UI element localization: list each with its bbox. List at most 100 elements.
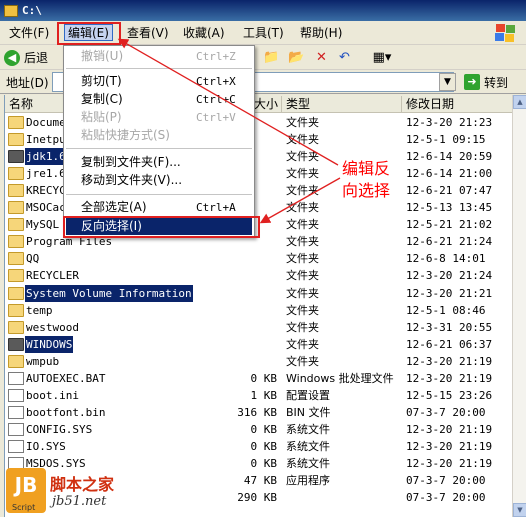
- move-to-icon[interactable]: 📁: [263, 49, 280, 66]
- file-icon: [8, 422, 24, 436]
- folder-icon: [8, 303, 24, 317]
- file-name: boot.ini: [26, 388, 79, 402]
- file-icon: [8, 371, 24, 385]
- menu-paste-shortcut[interactable]: 粘贴快捷方式(S): [66, 127, 252, 144]
- menu-help[interactable]: 帮助(H): [297, 25, 345, 42]
- file-type: 文件夹: [286, 201, 319, 215]
- file-name: QQ: [26, 252, 40, 266]
- menu-copy-to-folder[interactable]: 复制到文件夹(F)...: [66, 154, 252, 171]
- address-dropdown-button[interactable]: ▼: [439, 73, 456, 91]
- folder-icon: [8, 201, 24, 215]
- file-date: 12-5-15 23:26: [406, 388, 493, 402]
- file-icon: [8, 405, 24, 419]
- window-title: C:\: [22, 4, 42, 17]
- file-size: 1 KB: [250, 388, 278, 402]
- file-size: 0 KB: [250, 439, 278, 453]
- menu-separator: [66, 148, 252, 149]
- folder-icon: [8, 252, 24, 266]
- file-date: 12-3-20 21:23: [406, 116, 493, 129]
- menu-file[interactable]: 文件(F): [6, 25, 52, 42]
- folder-icon: [8, 320, 24, 334]
- site-name-en: jb51.net: [52, 494, 107, 509]
- file-name: System Volume Information: [25, 284, 193, 302]
- menu-paste[interactable]: 粘贴(P) Ctrl+V: [66, 109, 252, 126]
- copy-to-icon[interactable]: 📂: [288, 49, 305, 66]
- file-size: 316 KB: [237, 405, 277, 419]
- go-label: 转到: [484, 75, 509, 90]
- file-type: 系统文件: [286, 457, 330, 470]
- file-row[interactable]: IO.SYS 0 KB 系统文件 12-3-20 21:19: [5, 438, 512, 455]
- menu-tools[interactable]: 工具(T): [240, 25, 287, 42]
- menu-move-to-folder[interactable]: 移动到文件夹(V)...: [66, 172, 252, 189]
- file-date: 12-3-20 21:19: [406, 422, 493, 436]
- site-name-cn: 脚本之家: [50, 475, 115, 494]
- file-row[interactable]: System Volume Information 文件夹 12-3-20 21:2…: [5, 284, 512, 302]
- back-button[interactable]: ◀ 后退: [4, 48, 48, 67]
- file-size: 0 KB: [250, 371, 278, 385]
- file-name: RECYCLER: [26, 269, 79, 283]
- folder-icon: [8, 354, 24, 368]
- highlight-frame: [63, 216, 260, 238]
- scroll-down-icon[interactable]: ▼: [513, 503, 526, 517]
- go-button[interactable]: ➜ 转到: [464, 72, 520, 92]
- column-type[interactable]: 类型: [282, 96, 402, 112]
- file-date: 12-5-1 08:46: [406, 303, 486, 317]
- menu-separator: [66, 194, 252, 195]
- folder-icon: [8, 218, 24, 232]
- folder-icon: [8, 269, 24, 283]
- file-type: BIN 文件: [286, 405, 331, 419]
- address-label: 地址(D): [6, 76, 49, 90]
- menu-favorites[interactable]: 收藏(A): [180, 25, 228, 42]
- file-row[interactable]: temp 文件夹 12-5-1 08:46: [5, 302, 512, 319]
- file-type: 文件夹: [286, 354, 319, 368]
- file-row[interactable]: QQ 文件夹 12-6-8 14:01: [5, 250, 512, 267]
- file-size: 47 KB: [243, 474, 277, 488]
- views-icon[interactable]: ▦▾: [370, 49, 394, 66]
- file-type: 系统文件: [286, 422, 330, 436]
- file-row[interactable]: wmpub 文件夹 12-3-20 21:19: [5, 353, 512, 370]
- file-name: IO.SYS: [26, 439, 66, 453]
- file-row[interactable]: boot.ini 1 KB 配置设置 12-5-15 23:26: [5, 387, 512, 404]
- menu-cut[interactable]: 剪切(T) Ctrl+X: [66, 73, 252, 90]
- file-date: 12-6-21 06:37: [406, 337, 493, 351]
- file-row[interactable]: WINDOWS 文件夹 12-6-21 06:37: [5, 335, 512, 353]
- file-date: 12-3-20 21:19: [406, 354, 493, 368]
- file-name: CONFIG.SYS: [26, 422, 93, 436]
- logo-subtext: Script: [12, 503, 36, 512]
- title-bar: C:\: [0, 0, 526, 21]
- delete-icon[interactable]: ✕: [313, 49, 330, 66]
- file-date: 12-6-14 21:00: [406, 167, 493, 181]
- file-type: 文件夹: [286, 303, 319, 317]
- file-name: temp: [26, 303, 53, 317]
- file-type: 文件夹: [286, 252, 319, 266]
- folder-icon: [8, 133, 24, 147]
- file-type: 文件夹: [286, 320, 319, 334]
- scroll-up-icon[interactable]: ▲: [513, 95, 526, 109]
- file-date: 12-3-20 21:21: [406, 286, 493, 300]
- file-row[interactable]: AUTOEXEC.BAT 0 KB Windows 批处理文件 12-3-20 21:…: [5, 370, 512, 387]
- column-modified[interactable]: 修改日期: [402, 96, 512, 112]
- file-date: 12-3-31 20:55: [406, 320, 493, 334]
- menu-copy[interactable]: 复制(C) Ctrl+C: [66, 91, 252, 108]
- go-arrow-icon: ➜: [464, 74, 480, 90]
- file-date: 12-5-13 13:45: [406, 201, 493, 215]
- vertical-scrollbar[interactable]: ▲ ▼: [512, 95, 526, 517]
- file-type: 文件夹: [286, 235, 319, 249]
- file-type: 文件夹: [286, 133, 319, 147]
- file-row[interactable]: bootfont.bin 316 KB BIN 文件 07-3-7 20:00: [5, 404, 512, 421]
- file-name: jre1.6: [26, 167, 66, 181]
- menu-select-all[interactable]: 全部选定(A) Ctrl+A: [66, 199, 252, 216]
- undo-icon[interactable]: ↶: [336, 49, 353, 66]
- menu-view[interactable]: 查看(V): [124, 25, 172, 42]
- file-name: WINDOWS: [25, 335, 74, 353]
- file-row[interactable]: CONFIG.SYS 0 KB 系统文件 12-3-20 21:19: [5, 421, 512, 438]
- folder-icon: [8, 286, 24, 300]
- file-name: westwood: [26, 320, 79, 334]
- folder-icon: [8, 184, 24, 198]
- file-type: 文件夹: [286, 337, 319, 351]
- file-date: 12-3-20 21:19: [406, 439, 493, 453]
- file-type: 文件夹: [286, 218, 319, 232]
- file-row[interactable]: westwood 文件夹 12-3-31 20:55: [5, 319, 512, 336]
- menu-undo[interactable]: 撤销(U) Ctrl+Z: [66, 48, 252, 65]
- file-row[interactable]: RECYCLER 文件夹 12-3-20 21:24: [5, 267, 512, 284]
